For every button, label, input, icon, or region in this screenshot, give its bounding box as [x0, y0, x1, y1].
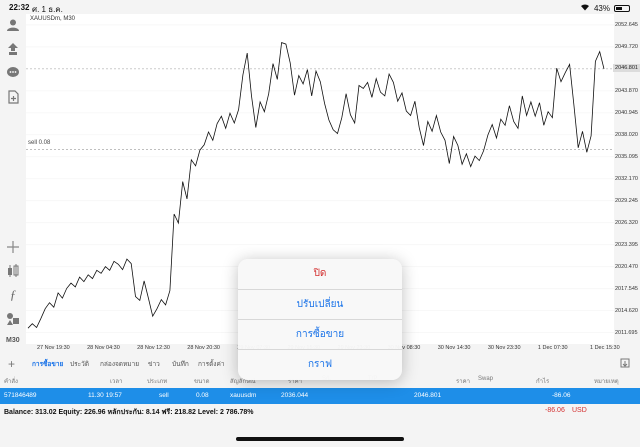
y-tick-label: 2049.720: [615, 43, 638, 50]
col-time: เวลา: [110, 379, 123, 385]
col-ticket: คำสั่ง: [4, 379, 18, 385]
tab-news[interactable]: ข่าว: [148, 359, 160, 369]
y-tick-label: 2020.470: [615, 263, 638, 270]
y-tick-label: 2043.870: [615, 87, 638, 94]
menu-chart[interactable]: กราฟ: [238, 349, 402, 380]
chart-symbol-label: XAUUSDm, M30: [30, 16, 76, 22]
tab-trade[interactable]: การซื้อขาย: [32, 359, 63, 369]
indicators-icon[interactable]: [6, 264, 20, 278]
sell-line-label: sell 0.08: [28, 140, 51, 146]
col-size: ขนาด: [194, 379, 210, 385]
y-tick-label: 2014.620: [615, 307, 638, 314]
order-symbol: xauusdm: [230, 392, 257, 399]
timeframe-label[interactable]: M30: [6, 337, 20, 344]
x-tick-label: 28 Nov 12:30: [137, 345, 170, 351]
y-tick-label: 2017.545: [615, 285, 638, 292]
y-tick-label: 2011.695: [615, 329, 638, 336]
user-icon[interactable]: [6, 18, 20, 32]
account-summary: Balance: 313.02 Equity: 226.96 หลักประกั…: [0, 404, 640, 418]
order-current-price: 2046.801: [414, 392, 442, 399]
order-ticket: 571846489: [4, 392, 37, 399]
chat-icon[interactable]: [6, 66, 20, 80]
y-tick-label: 2038.020: [615, 131, 638, 138]
tab-history[interactable]: ประวัติ: [70, 359, 89, 369]
col-profit: กำไร: [536, 379, 550, 385]
tab-journal[interactable]: บันทึก: [172, 359, 189, 369]
battery-icon: [614, 4, 630, 12]
col-price: ราคา: [456, 379, 470, 385]
y-tick-label: 2032.170: [615, 175, 638, 182]
order-size: 0.08: [196, 392, 209, 399]
x-tick-label: 1 Dec 15:30: [590, 345, 620, 351]
current-price-tag: 2046.801: [613, 64, 640, 72]
order-time: 11.30 19:57: [88, 392, 122, 399]
balance-text: Balance: 313.02 Equity: 226.96 หลักประกั…: [4, 409, 254, 416]
left-toolbar: ƒ: [0, 14, 26, 348]
order-row[interactable]: 571846489 11.30 19:57 sell 0.08 xauusdm …: [0, 388, 640, 404]
home-indicator: [236, 437, 404, 441]
trade-icon[interactable]: [6, 42, 20, 56]
order-profit: -86.06: [552, 392, 571, 399]
export-icon[interactable]: [620, 358, 630, 370]
crosshair-icon[interactable]: [6, 240, 20, 254]
x-tick-label: 28 Nov 04:30: [87, 345, 120, 351]
total-profit: -86.06: [545, 407, 565, 414]
y-tick-label: 2052.645: [615, 21, 638, 28]
new-document-icon[interactable]: [6, 90, 20, 104]
profit-currency: USD: [572, 407, 587, 414]
menu-close-order[interactable]: ปิด: [238, 259, 402, 289]
y-tick-label: 2023.395: [615, 241, 638, 248]
battery-percent: 43%: [593, 3, 610, 13]
function-icon[interactable]: ƒ: [6, 288, 20, 302]
y-tick-label: 2029.245: [615, 197, 638, 204]
col-type: ประเภท: [147, 379, 168, 385]
col-comment: หมายเหตุ: [594, 379, 619, 385]
x-tick-label: 27 Nov 19:30: [37, 345, 70, 351]
x-tick-label: 30 Nov 23:30: [487, 345, 521, 351]
x-tick-label: 28 Nov 20:30: [187, 345, 220, 351]
x-tick-label: 1 Dec 07:30: [537, 345, 568, 351]
status-right: 43%: [580, 3, 630, 13]
status-time: 22:32: [9, 3, 30, 12]
status-bar: 22:32 ศ. 1 ธ.ค. 43%: [0, 0, 640, 14]
y-tick-label: 2040.945: [615, 109, 638, 116]
order-context-menu: ปิด ปรับเปลี่ยน การซื้อขาย กราฟ: [238, 259, 402, 380]
wifi-icon: [580, 3, 590, 13]
objects-icon[interactable]: [6, 312, 20, 326]
tab-mailbox[interactable]: กล่องจดหมาย: [100, 359, 139, 369]
tab-settings[interactable]: การตั้งค่า: [198, 359, 224, 369]
menu-trade[interactable]: การซื้อขาย: [238, 319, 402, 349]
y-tick-label: 2026.320: [615, 219, 638, 226]
menu-modify-order[interactable]: ปรับเปลี่ยน: [238, 289, 402, 319]
order-type: sell: [159, 392, 169, 399]
col-swap: Swap: [478, 376, 494, 382]
y-tick-label: 2035.095: [615, 153, 638, 160]
order-open-price: 2036.044: [281, 392, 309, 399]
x-tick-label: 30 Nov 14:30: [437, 345, 471, 351]
